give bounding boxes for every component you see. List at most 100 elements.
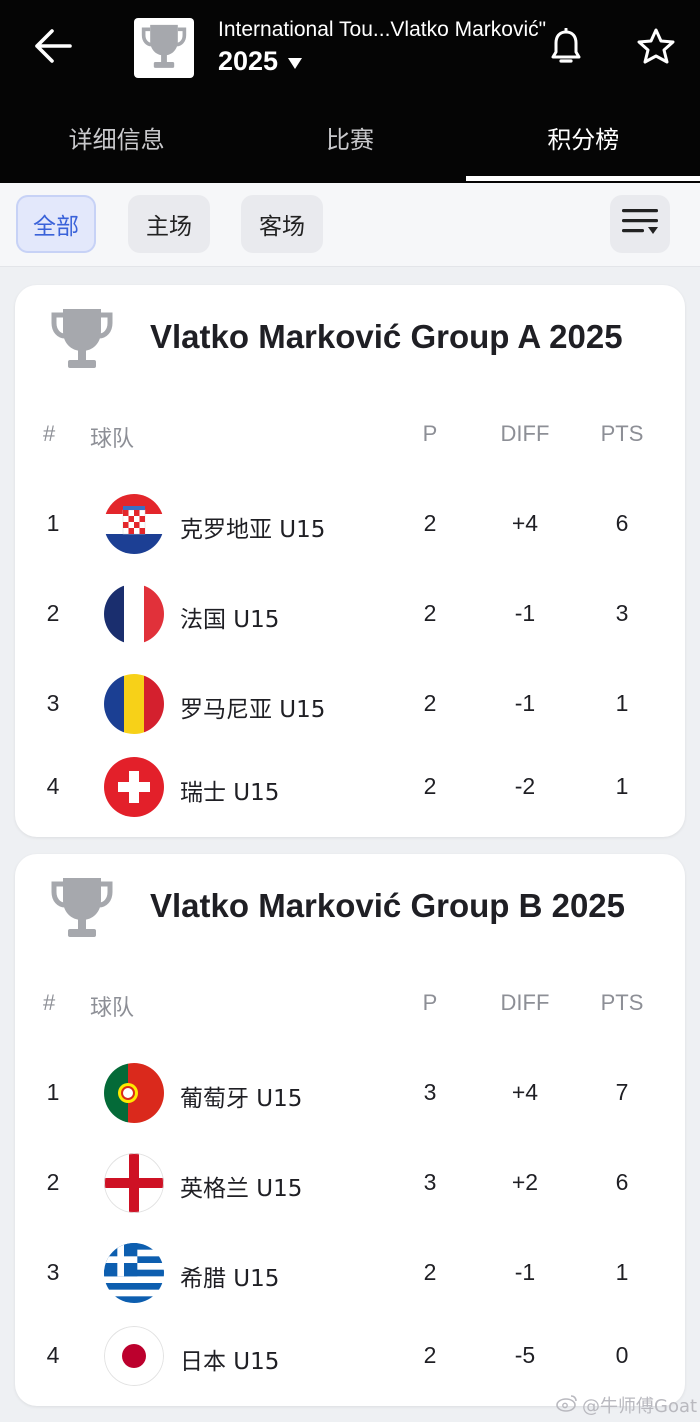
row-rank: 1 bbox=[46, 510, 60, 536]
competition-header: International Tou...Vlatko Marković" 202… bbox=[218, 18, 548, 77]
trophy-icon bbox=[51, 305, 113, 371]
back-button[interactable] bbox=[26, 24, 78, 72]
played: 2 bbox=[423, 690, 437, 716]
points: 6 bbox=[615, 1169, 629, 1195]
season-selector[interactable]: 2025 bbox=[218, 46, 548, 77]
team-name: 葡萄牙 U15 bbox=[180, 1086, 303, 1112]
col-team: 球队 bbox=[90, 427, 135, 452]
played: 2 bbox=[423, 773, 437, 799]
table-row[interactable]: 1 克罗地亚 U15 2 +4 6 bbox=[15, 488, 685, 560]
group-title: Vlatko Marković Group B 2025 bbox=[150, 887, 626, 924]
croatia-flag-icon bbox=[104, 494, 164, 554]
trophy-icon bbox=[51, 874, 113, 940]
points: 1 bbox=[615, 690, 629, 716]
col-diff: DIFF bbox=[500, 990, 550, 1015]
competition-title: International Tou...Vlatko Marković" bbox=[218, 18, 547, 41]
filter-bar: 全部 主场 客场 bbox=[0, 183, 700, 267]
points: 7 bbox=[615, 1079, 629, 1105]
filter-home-label: 主场 bbox=[146, 214, 192, 240]
col-points: PTS bbox=[600, 990, 644, 1015]
france-flag-icon bbox=[104, 584, 164, 644]
table-row[interactable]: 2 法国 U15 2 -1 3 bbox=[15, 578, 685, 650]
col-played: P bbox=[422, 990, 438, 1015]
table-row[interactable]: 3 罗马尼亚 U15 2 -1 1 bbox=[15, 668, 685, 740]
points: 3 bbox=[615, 600, 629, 626]
greece-flag-icon bbox=[104, 1243, 164, 1303]
filter-all-label: 全部 bbox=[33, 214, 79, 240]
column-headers: # 球队 P DIFF PTS bbox=[15, 413, 685, 453]
team-name: 希腊 U15 bbox=[180, 1266, 280, 1292]
points: 1 bbox=[615, 1259, 629, 1285]
star-icon bbox=[637, 28, 675, 68]
portugal-flag-icon bbox=[104, 1063, 164, 1123]
team-name: 法国 U15 bbox=[180, 607, 280, 633]
goal-diff: -1 bbox=[514, 600, 536, 626]
team-name: 日本 U15 bbox=[180, 1349, 280, 1375]
column-headers: # 球队 P DIFF PTS bbox=[15, 982, 685, 1022]
season-label: 2025 bbox=[218, 46, 279, 76]
tab-standings-label: 积分榜 bbox=[547, 126, 620, 154]
row-rank: 3 bbox=[46, 1259, 60, 1285]
tab-standings[interactable]: 积分榜 bbox=[467, 100, 700, 183]
tab-details-label: 详细信息 bbox=[68, 126, 165, 154]
team-name: 克罗地亚 U15 bbox=[180, 517, 326, 543]
row-rank: 4 bbox=[46, 1342, 60, 1368]
bell-icon bbox=[550, 27, 582, 70]
played: 2 bbox=[423, 1259, 437, 1285]
watermark-text: @牛师傅Goat bbox=[582, 1396, 698, 1417]
japan-flag-icon bbox=[104, 1326, 164, 1386]
tab-bar: 详细信息 比赛 积分榜 bbox=[0, 100, 700, 183]
group-title: Vlatko Marković Group A 2025 bbox=[150, 318, 623, 355]
goal-diff: -1 bbox=[514, 1259, 536, 1285]
table-row[interactable]: 3 希腊 U15 2 -1 1 bbox=[15, 1237, 685, 1309]
romania-flag-icon bbox=[104, 674, 164, 734]
standings-card-group-b: Vlatko Marković Group B 2025 # 球队 P DIFF… bbox=[15, 854, 685, 1406]
played: 2 bbox=[423, 510, 437, 536]
row-rank: 1 bbox=[46, 1079, 60, 1105]
filter-home[interactable]: 主场 bbox=[128, 195, 210, 253]
table-row[interactable]: 4 瑞士 U15 2 -2 1 bbox=[15, 751, 685, 823]
played: 3 bbox=[423, 1169, 437, 1195]
filter-away-label: 客场 bbox=[259, 214, 305, 240]
table-row[interactable]: 1 葡萄牙 U15 3 +4 7 bbox=[15, 1057, 685, 1129]
goal-diff: +4 bbox=[511, 1079, 539, 1105]
goal-diff: -2 bbox=[514, 773, 536, 799]
team-name: 罗马尼亚 U15 bbox=[180, 697, 326, 723]
weibo-icon bbox=[556, 1394, 578, 1417]
switzerland-flag-icon bbox=[104, 757, 164, 817]
played: 2 bbox=[423, 1342, 437, 1368]
goal-diff: -5 bbox=[514, 1342, 536, 1368]
team-name: 英格兰 U15 bbox=[180, 1176, 303, 1202]
row-rank: 2 bbox=[46, 1169, 60, 1195]
table-row[interactable]: 4 日本 U15 2 -5 0 bbox=[15, 1320, 685, 1392]
col-points: PTS bbox=[600, 421, 644, 446]
points: 1 bbox=[615, 773, 629, 799]
points: 0 bbox=[615, 1342, 629, 1368]
top-bar: International Tou...Vlatko Marković" 202… bbox=[0, 0, 700, 183]
table-row[interactable]: 2 英格兰 U15 3 +2 6 bbox=[15, 1147, 685, 1219]
filter-all[interactable]: 全部 bbox=[16, 195, 96, 253]
card-header: Vlatko Marković Group B 2025 bbox=[15, 854, 685, 964]
competition-logo bbox=[134, 18, 194, 78]
tab-matches[interactable]: 比赛 bbox=[233, 100, 466, 183]
favorite-button[interactable] bbox=[634, 27, 678, 69]
notification-button[interactable] bbox=[546, 27, 586, 70]
sort-button[interactable] bbox=[610, 195, 670, 253]
standings-card-group-a: Vlatko Marković Group A 2025 # 球队 P DIFF… bbox=[15, 285, 685, 837]
watermark: @牛师傅Goat bbox=[556, 1392, 697, 1418]
goal-diff: +4 bbox=[511, 510, 539, 536]
col-played: P bbox=[422, 421, 438, 446]
filter-away[interactable]: 客场 bbox=[241, 195, 323, 253]
row-rank: 4 bbox=[46, 773, 60, 799]
sort-icon bbox=[620, 206, 660, 242]
col-team: 球队 bbox=[90, 996, 135, 1021]
arrow-left-icon bbox=[32, 28, 72, 68]
row-rank: 2 bbox=[46, 600, 60, 626]
team-name: 瑞士 U15 bbox=[180, 780, 280, 806]
tab-matches-label: 比赛 bbox=[325, 126, 374, 154]
caret-down-icon bbox=[288, 57, 303, 69]
goal-diff: -1 bbox=[514, 690, 536, 716]
tab-details[interactable]: 详细信息 bbox=[0, 100, 233, 183]
goal-diff: +2 bbox=[511, 1169, 539, 1195]
england-flag-icon bbox=[104, 1153, 164, 1213]
